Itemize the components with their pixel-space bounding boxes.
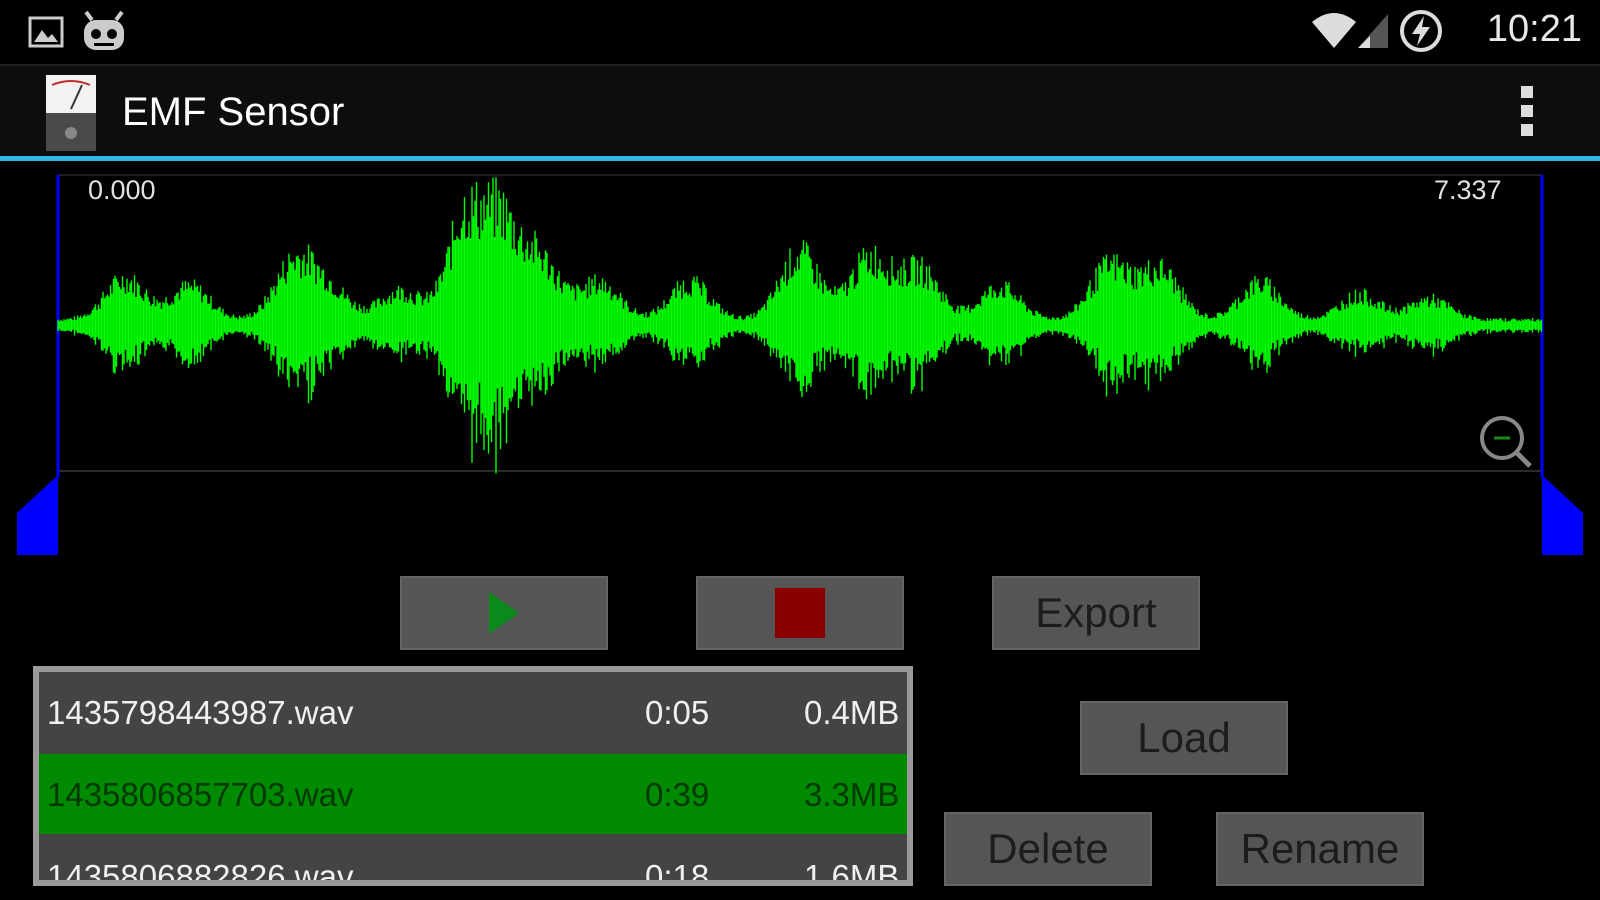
play-button[interactable] bbox=[400, 576, 608, 650]
status-bar: 10:21 bbox=[0, 0, 1600, 64]
waveform-trace bbox=[57, 177, 1543, 474]
file-name: 1435806857703.wav bbox=[47, 776, 354, 813]
clock: 10:21 bbox=[1486, 8, 1582, 50]
load-button-label: Load bbox=[1137, 714, 1231, 761]
file-duration: 0:39 bbox=[645, 776, 710, 813]
stop-icon bbox=[775, 588, 825, 638]
file-size: 3.3MB bbox=[804, 776, 900, 813]
file-duration: 0:05 bbox=[645, 694, 710, 731]
file-duration: 0:18 bbox=[645, 858, 710, 886]
battery-charging-icon bbox=[1400, 10, 1442, 52]
end-time-label: 7.337 bbox=[1434, 175, 1502, 205]
export-button[interactable]: Export bbox=[992, 576, 1200, 650]
emf-meter-app-icon[interactable] bbox=[46, 75, 96, 151]
delete-button-label: Delete bbox=[987, 825, 1109, 872]
wifi-icon bbox=[1312, 13, 1356, 48]
rename-button-label: Rename bbox=[1240, 825, 1400, 872]
list-item[interactable]: 1435806882826.wav 0:18 1.6MB bbox=[39, 836, 907, 886]
load-button[interactable]: Load bbox=[1080, 701, 1288, 775]
play-icon bbox=[489, 592, 519, 634]
page-title: EMF Sensor bbox=[122, 90, 345, 134]
waveform-view[interactable]: 0.000 7.337 bbox=[0, 161, 1600, 561]
file-name: 1435806882826.wav bbox=[47, 858, 354, 886]
waveform-canvas bbox=[56, 174, 1544, 477]
file-size: 1.6MB bbox=[804, 858, 900, 886]
start-time-label: 0.000 bbox=[88, 175, 156, 205]
list-item[interactable]: 1435806857703.wav 0:39 3.3MB bbox=[39, 754, 907, 834]
overflow-dot bbox=[1521, 124, 1533, 136]
list-item[interactable]: 1435798443987.wav 0:05 0.4MB bbox=[39, 672, 907, 752]
file-name: 1435798443987.wav bbox=[47, 694, 354, 731]
waveform-path bbox=[57, 177, 1543, 474]
signal-icon bbox=[1358, 14, 1388, 48]
cyanogen-android-icon bbox=[84, 10, 124, 50]
rename-button[interactable]: Rename bbox=[1216, 812, 1424, 886]
right-trim-handle[interactable] bbox=[1542, 475, 1584, 555]
export-button-label: Export bbox=[1035, 589, 1157, 636]
delete-button[interactable]: Delete bbox=[944, 812, 1152, 886]
file-size: 0.4MB bbox=[804, 694, 900, 731]
zoom-out-icon[interactable] bbox=[1478, 414, 1534, 470]
stop-button[interactable] bbox=[696, 576, 904, 650]
recordings-list[interactable]: 1435798443987.wav 0:05 0.4MB 14358068577… bbox=[33, 666, 913, 886]
overflow-dot bbox=[1521, 105, 1533, 117]
overflow-dot bbox=[1521, 86, 1533, 98]
image-icon bbox=[28, 16, 64, 48]
overflow-menu-icon[interactable] bbox=[1516, 86, 1538, 142]
left-trim-handle[interactable] bbox=[17, 475, 59, 555]
